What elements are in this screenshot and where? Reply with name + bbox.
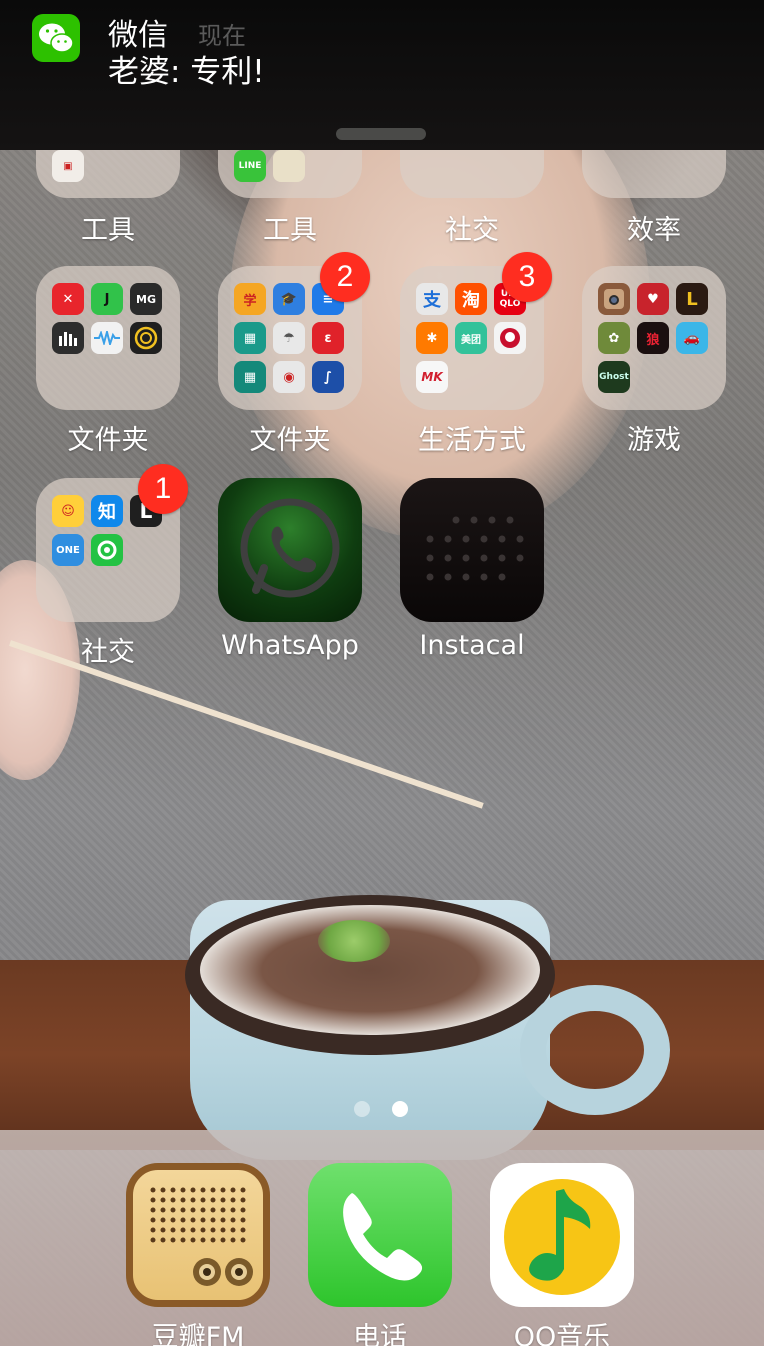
app-whatsapp[interactable]: WhatsApp: [218, 478, 362, 661]
notification-banner[interactable]: 微信 现在 老婆: 专利!: [0, 0, 764, 150]
folder-label: 效率: [627, 215, 681, 246]
douban-fm-icon[interactable]: [126, 1163, 270, 1307]
zhihu-app-icon: 知: [91, 495, 123, 527]
qq-music-icon[interactable]: [490, 1163, 634, 1307]
folder-label: 工具: [81, 215, 135, 246]
ghost-app-icon: Ghost: [598, 361, 630, 393]
line-app-icon: LINE: [234, 150, 266, 182]
folder-tools-2[interactable]: LINE: [218, 148, 362, 198]
instacal-icon[interactable]: [400, 478, 544, 622]
dock-app-phone[interactable]: 电话: [308, 1163, 452, 1346]
wave-app-icon: [91, 322, 123, 354]
page-dot-1[interactable]: [354, 1101, 370, 1117]
folder-files-2[interactable]: 学 🎓 ≡ ▦ ☂ ε ▦ ◉ ∫ 2 文件夹: [218, 252, 370, 456]
mk-app-icon: MK: [416, 361, 448, 393]
folder-social[interactable]: ☺ 知 L ONE 1 社交: [36, 464, 188, 668]
bars-app-icon: [52, 322, 84, 354]
red-e-app-icon: ε: [312, 322, 344, 354]
folder-label: 文件夹: [67, 425, 149, 456]
wolf-game-icon: 狼: [637, 322, 669, 354]
mg-app-icon: MG: [130, 283, 162, 315]
folder-label: 社交: [81, 637, 135, 668]
one-app-icon: ONE: [52, 534, 84, 566]
dock-app-label: QQ音乐: [513, 1322, 611, 1346]
folder-label: 工具: [263, 215, 317, 246]
meituan-app-icon: 美团: [455, 322, 487, 354]
folder-label: 文件夹: [249, 425, 331, 456]
folder-files-1[interactable]: ✕ J MG 文件夹: [36, 266, 180, 456]
folder-social-top[interactable]: [400, 148, 544, 198]
umbrella-app-icon: ☂: [273, 322, 305, 354]
notification-message: 老婆: 专利!: [108, 54, 265, 90]
folder-box[interactable]: ✕ J MG: [36, 266, 180, 410]
instagram-app-icon: [598, 283, 630, 315]
l-game-icon: L: [676, 283, 708, 315]
folder-games[interactable]: ♥ L ✿ 狼 🚗 Ghost 游戏: [582, 266, 726, 456]
phone-icon[interactable]: [308, 1163, 452, 1307]
notification-badge: 1: [138, 464, 188, 514]
notification-badge: 2: [320, 252, 370, 302]
folder-efficiency[interactable]: [582, 148, 726, 198]
person-app-icon: ✱: [416, 322, 448, 354]
page-dot-2-active[interactable]: [392, 1101, 408, 1117]
bank-app-icon: ◉: [273, 361, 305, 393]
folder-label: 社交: [445, 215, 499, 246]
folder-label: 游戏: [627, 425, 681, 456]
taobao-app-icon: 淘: [455, 283, 487, 315]
graduation-app-icon: 🎓: [273, 283, 305, 315]
green-chat-app-icon: [91, 534, 123, 566]
teal2-app-icon: ▦: [234, 361, 266, 393]
folder-lifestyle[interactable]: 支 淘 UNI QLO ✱ 美团 MK 3 生活方式: [400, 252, 552, 456]
alipay-app-icon: 支: [416, 283, 448, 315]
folder-label: 生活方式: [418, 425, 526, 456]
red-app-icon: ✕: [52, 283, 84, 315]
notification-badge: 3: [502, 252, 552, 302]
heart-game-icon: ♥: [637, 283, 669, 315]
app-instacal[interactable]: Instacal: [400, 478, 544, 661]
dock-app-label: 电话: [353, 1322, 407, 1346]
teal-app-icon: ▦: [234, 322, 266, 354]
folder-box[interactable]: ♥ L ✿ 狼 🚗 Ghost: [582, 266, 726, 410]
j-app-icon: J: [91, 283, 123, 315]
car-game-icon: 🚗: [676, 322, 708, 354]
dock-app-qq-music[interactable]: QQ音乐: [490, 1163, 634, 1346]
ticket-app-icon: 学: [234, 283, 266, 315]
emoji-app-icon: ☺: [52, 495, 84, 527]
wechat-icon: [32, 14, 80, 62]
kfc-app-icon: [494, 322, 526, 354]
plant-game-icon: ✿: [598, 322, 630, 354]
app-label: WhatsApp: [221, 630, 359, 661]
notification-grabber[interactable]: [336, 128, 426, 140]
app-label: Instacal: [419, 630, 525, 661]
cartoon-app-icon: [273, 150, 305, 182]
folder-tools-1[interactable]: ▣: [36, 148, 180, 198]
mini-app-icon: ▣: [52, 150, 84, 182]
ring-app-icon: [130, 322, 162, 354]
dock-app-label: 豆瓣FM: [151, 1322, 245, 1346]
whatsapp-icon[interactable]: [218, 478, 362, 622]
script-app-icon: ∫: [312, 361, 344, 393]
dock-app-douban-fm[interactable]: 豆瓣FM: [126, 1163, 270, 1346]
